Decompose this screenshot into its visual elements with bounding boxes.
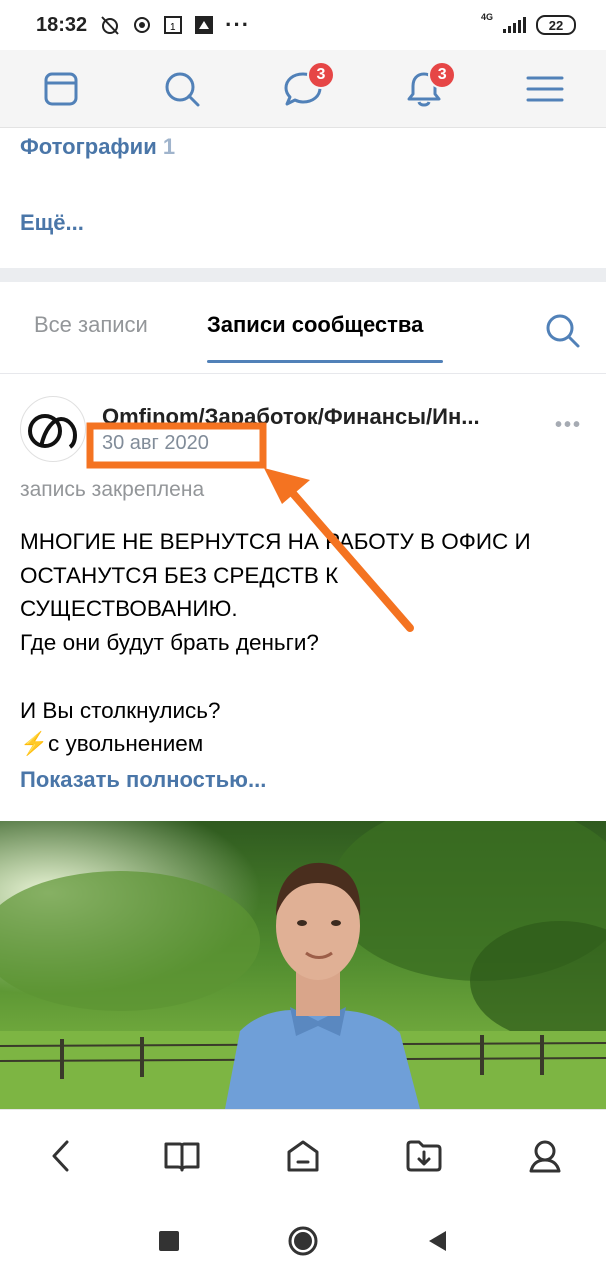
home-button[interactable]	[281, 1219, 325, 1263]
post-text-line: МНОГИЕ НЕ ВЕРНУТСЯ НА РАБОТУ В ОФИС И	[20, 529, 531, 554]
post-header: Omfinom/Заработок/Финансы/Ин... 30 авг 2…	[0, 392, 606, 472]
back-button[interactable]	[415, 1219, 459, 1263]
network-type: 4G	[480, 12, 493, 22]
top-nav: 3 3	[0, 50, 606, 128]
tab-all-posts[interactable]: Все записи	[34, 312, 148, 338]
post-text: МНОГИЕ НЕ ВЕРНУТСЯ НА РАБОТУ В ОФИС И ОС…	[20, 525, 590, 761]
post-text-line: И Вы столкнулись?	[20, 697, 221, 723]
nav-feed-button[interactable]	[31, 59, 91, 119]
home-icon	[287, 1140, 319, 1171]
post-photo[interactable]	[0, 821, 606, 1109]
photos-link[interactable]: Фотографии 1	[20, 134, 175, 160]
wall-tabs: Все записи Записи сообщества	[0, 282, 606, 374]
more-link[interactable]: Ещё...	[20, 210, 84, 236]
browser-downloads-button[interactable]	[394, 1126, 454, 1186]
browser-bookmarks-button[interactable]	[152, 1126, 212, 1186]
battery-icon: 22	[536, 15, 576, 35]
nav-notifications-button[interactable]: 3	[394, 59, 457, 119]
photos-count: 1	[162, 134, 176, 159]
post-date[interactable]: 30 авг 2020	[102, 432, 209, 455]
community-logo-icon	[28, 414, 78, 449]
browser-toolbar	[0, 1109, 606, 1201]
active-tab-indicator	[207, 360, 443, 363]
status-bar: 18:32 1 ··· 4G 22	[0, 0, 606, 50]
post-photo-image	[0, 821, 606, 1109]
status-icons: 1 ···	[99, 12, 250, 38]
browser-back-button[interactable]	[31, 1126, 91, 1186]
status-time: 18:32	[36, 13, 88, 36]
search-icon	[546, 314, 580, 348]
feed-icon	[44, 72, 78, 105]
recents-icon	[159, 1230, 179, 1251]
post-text-line: ОСТАНУТСЯ БЕЗ СРЕДСТВ К	[20, 562, 339, 588]
show-full-link[interactable]: Показать полностью...	[20, 767, 266, 793]
svg-text:1: 1	[170, 22, 176, 33]
battery-level: 22	[548, 17, 564, 33]
sync-icon	[134, 17, 151, 33]
recents-button[interactable]	[147, 1219, 191, 1263]
back-triangle-icon	[429, 1230, 446, 1251]
tab-community-posts[interactable]: Записи сообщества	[207, 312, 423, 338]
nav-search-button[interactable]	[152, 59, 212, 119]
post-text-line: ⚡с увольнением	[20, 731, 204, 757]
sim-icon: 1	[164, 16, 183, 34]
post-more-button[interactable]: •••	[555, 414, 582, 437]
messages-badge: 3	[306, 60, 335, 89]
browser-profile-button[interactable]	[515, 1126, 575, 1186]
menu-icon	[526, 76, 564, 101]
signal-icon	[503, 17, 526, 33]
more-notifications-icon: ···	[225, 12, 251, 37]
downloads-icon	[406, 1140, 442, 1171]
post-text-line: Где они будут брать деньги?	[20, 630, 319, 656]
home-circle-icon	[288, 1226, 318, 1255]
profile-icon	[529, 1140, 561, 1172]
post-text-line: СУЩЕСТВОВАНИЮ.	[20, 596, 238, 622]
status-right: 4G 22	[480, 12, 576, 35]
nav-menu-button[interactable]	[515, 59, 575, 119]
avatar[interactable]	[20, 396, 86, 462]
alarm-off-icon	[101, 16, 119, 35]
post-author[interactable]: Omfinom/Заработок/Финансы/Ин...	[102, 404, 532, 430]
search-icon	[165, 72, 200, 106]
bookmarks-icon	[164, 1142, 200, 1171]
nav-messages-button[interactable]: 3	[273, 59, 335, 119]
notifications-badge: 3	[428, 60, 457, 89]
back-icon	[52, 1140, 69, 1171]
pinned-label: запись закреплена	[20, 478, 205, 501]
photos-label: Фотографии	[20, 134, 157, 159]
browser-home-button[interactable]	[273, 1126, 333, 1186]
section-divider	[0, 268, 606, 282]
vpn-icon	[195, 16, 214, 34]
system-nav-bar	[0, 1201, 606, 1280]
wall-search-button[interactable]	[544, 312, 582, 350]
post-text-line	[20, 660, 590, 694]
